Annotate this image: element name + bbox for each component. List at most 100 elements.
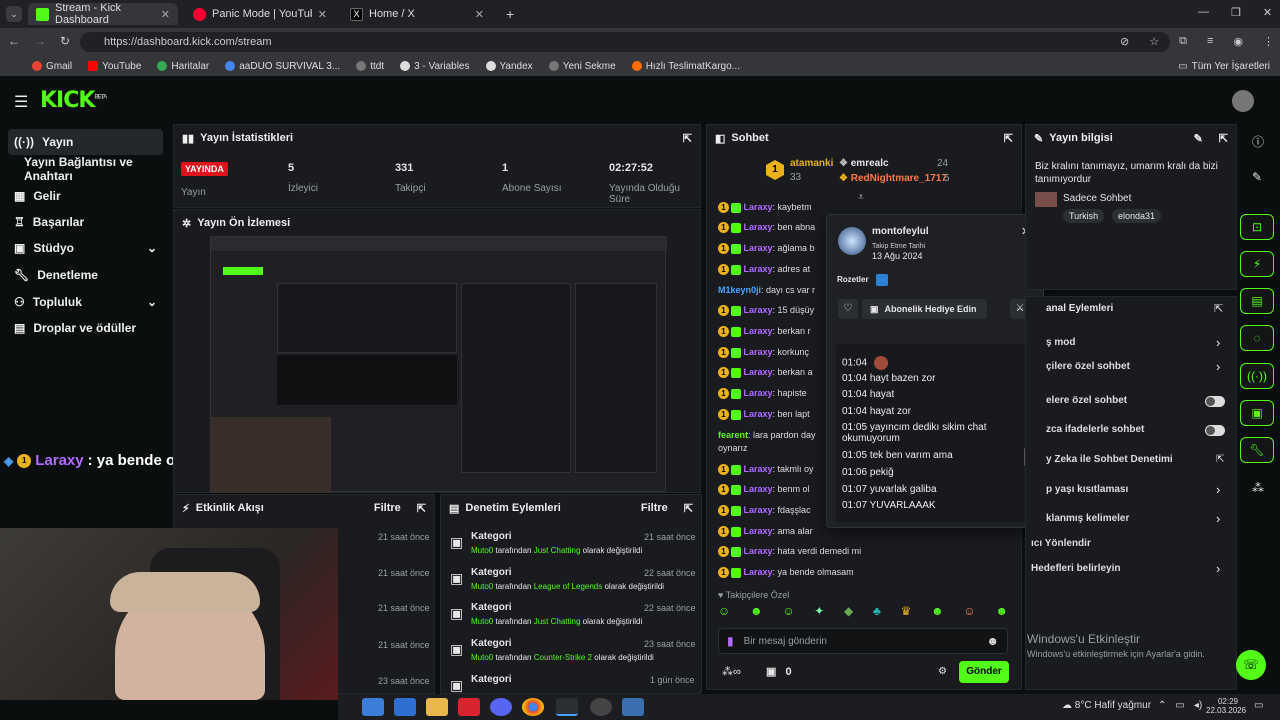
notifications-icon[interactable]: ▭ (1254, 700, 1263, 711)
kick-logo[interactable]: KICKBETA (40, 88, 107, 113)
emote-icon[interactable]: ☻ (931, 604, 944, 622)
forward-icon[interactable]: → (34, 34, 46, 48)
emote-icon[interactable]: ☻ (750, 604, 763, 622)
bookmark-ttdt[interactable]: ttdt (356, 61, 384, 72)
bookmark-maps[interactable]: Haritalar (157, 61, 209, 72)
minimize-icon[interactable]: — (1198, 6, 1209, 19)
channel-action-item[interactable]: y Zeka ile Sohbet Denetimi (1046, 454, 1231, 465)
bookmark-yandex[interactable]: Yandex (485, 61, 533, 72)
popout-icon[interactable]: ⇱ (1219, 132, 1228, 145)
filter-button[interactable]: Filtre (374, 502, 401, 514)
url-input[interactable]: https://dashboard.kick.com/stream (80, 32, 1170, 52)
chat-message[interactable]: 1 Laraxy: ya bende olmasam (718, 567, 1018, 581)
chat-username[interactable]: fearent (718, 430, 748, 440)
tab-youtube-music[interactable]: Panic Mode | YouTube Musi ✕ (185, 3, 335, 25)
mute-site-icon[interactable]: ⊘ (1120, 35, 1129, 48)
emote-icon[interactable]: ♣ (873, 604, 881, 622)
chat-message[interactable]: 1 Laraxy: ama alar (718, 526, 1018, 540)
emote-icon[interactable]: ◆ (844, 604, 853, 622)
sidebar-item-basarilar[interactable]: ♖ Başarılar (8, 209, 163, 235)
restore-icon[interactable]: ❐ (1231, 6, 1241, 19)
send-button[interactable]: Gönder (959, 661, 1009, 683)
chat-username[interactable]: Laraxy (744, 264, 773, 274)
chevron-right-icon[interactable]: › (1216, 511, 1220, 526)
emote-icon[interactable]: ☺ (718, 604, 730, 622)
popout-icon[interactable]: ⇱ (1004, 132, 1013, 145)
bookmark-variables[interactable]: 3 - Variables (400, 61, 470, 72)
channel-action-item[interactable]: klanmış kelimeler (1046, 513, 1231, 524)
taskbar-wps-icon[interactable] (458, 698, 480, 716)
chat-username[interactable]: Laraxy (744, 367, 773, 377)
chat-message[interactable]: 1 Laraxy: hata verdi demedi mi (718, 546, 1018, 560)
sidebar-item-droplar[interactable]: ▤ Droplar ve ödüller (8, 315, 163, 341)
bookmark-cargo[interactable]: Hızlı TeslimatKargo... (631, 61, 740, 72)
bookmark-youtube[interactable]: YouTube (88, 61, 141, 72)
bookmark-new-tab[interactable]: Yeni Sekme (548, 61, 616, 72)
bookmark-gmail[interactable]: Gmail (32, 61, 72, 72)
sidebar-item-gelir[interactable]: ▦ Gelir (8, 183, 163, 209)
chevron-right-icon[interactable]: › (1216, 359, 1220, 374)
leader-row[interactable]: ❖ RedNightmare_1717 (839, 173, 947, 184)
tab-list-button[interactable]: ⌄ (6, 6, 22, 22)
chat-input[interactable]: ▮ Bir mesaj gönderin ☻ (718, 628, 1008, 654)
tab-x-home[interactable]: X Home / X ✕ (342, 3, 492, 25)
profile-icon[interactable]: ◉ (1233, 35, 1243, 48)
toggle-switch[interactable] (1205, 425, 1225, 436)
chevron-right-icon[interactable]: › (1216, 561, 1220, 576)
channel-action-item[interactable]: ş mod (1046, 337, 1231, 348)
channel-action-item[interactable]: zca ifadelerle sohbet (1046, 424, 1231, 435)
settings-icon[interactable]: ⚙ (938, 666, 947, 677)
chat-username[interactable]: Laraxy (744, 202, 773, 212)
chat-username[interactable]: M1keyn0ji (718, 285, 761, 295)
sidebar-item-studyo[interactable]: ▣ Stüdyo ⌄ (8, 235, 163, 261)
chat-username[interactable]: Laraxy (744, 409, 773, 419)
popout-icon[interactable]: ⇱ (683, 132, 692, 145)
more-icon[interactable]: ⋮ (1263, 35, 1274, 48)
bookmark-duo[interactable]: aaDUO SURVIVAL 3... (225, 61, 340, 72)
info-icon[interactable]: ⓘ (1252, 133, 1264, 150)
emote-icon[interactable]: ☺ (782, 604, 794, 622)
sidebar-item-denetleme[interactable]: 🔧︎ Denetleme (8, 262, 163, 288)
chat-username[interactable]: Laraxy (744, 388, 773, 398)
close-icon[interactable]: ✕ (161, 8, 170, 21)
leader-name[interactable]: atamanki (790, 158, 833, 169)
close-icon[interactable]: ✕ (475, 8, 484, 21)
channel-points[interactable]: ▣ 0 (766, 665, 792, 678)
extensions-icon[interactable]: ⧉ (1179, 35, 1187, 48)
taskbar-app-icon[interactable] (362, 698, 384, 716)
lightning-tool-icon[interactable]: ⚡︎ (1240, 251, 1274, 277)
popout-icon[interactable]: ⇱ (1214, 302, 1223, 315)
chat-username[interactable]: Laraxy (744, 243, 773, 253)
network-icon[interactable]: ▭ (1175, 700, 1184, 711)
chat-username[interactable]: Laraxy (744, 546, 773, 556)
chat-username[interactable]: Laraxy (744, 526, 773, 536)
filter-button[interactable]: Filtre (641, 502, 668, 514)
chat-bubble-tool-icon[interactable]: ◌ (1240, 325, 1274, 351)
stream-preview-video[interactable] (210, 236, 667, 493)
tray-chevron-icon[interactable]: ⌃ (1158, 700, 1166, 711)
clock[interactable]: 02:29 22.03.2026 (1206, 697, 1246, 715)
wrench-tool-icon[interactable]: 🔧︎ (1240, 437, 1274, 463)
broadcast-tool-icon[interactable]: ((·)) (1240, 363, 1274, 389)
chat-username[interactable]: Laraxy (744, 347, 773, 357)
weather-widget[interactable]: ☁ 8°C Hafif yağmur (1062, 700, 1151, 711)
chat-username[interactable]: Laraxy (744, 567, 773, 577)
close-icon[interactable]: ✕ (318, 8, 327, 21)
chat-username[interactable]: Laraxy (744, 505, 773, 515)
menu-lines-icon[interactable]: ≡ (1207, 35, 1213, 48)
sidebar-item-yayin[interactable]: ((·)) Yayın (8, 129, 163, 155)
gift-sub-button[interactable]: ▣ Abonelik Hediye Edin (862, 299, 987, 319)
channel-action-item[interactable]: çilere özel sohbet (1046, 361, 1231, 372)
channel-action-item[interactable]: p yaşı kısıtlaması (1046, 484, 1231, 495)
emote-icon[interactable]: ♛ (901, 604, 912, 622)
popout-icon[interactable]: ⇱ (417, 502, 426, 515)
all-bookmarks[interactable]: ▭ Tüm Yer İşaretleri (1178, 61, 1270, 72)
follow-heart-button[interactable]: ♡ (838, 299, 858, 319)
pencil-icon[interactable]: ✎ (1252, 170, 1262, 184)
popup-username[interactable]: montofeylul (872, 226, 929, 237)
channel-action-item[interactable]: ıcı Yönlendir (1031, 538, 1231, 549)
chat-username[interactable]: Laraxy (744, 222, 773, 232)
emoji-picker-icon[interactable]: ☻ (986, 634, 999, 648)
chat-username[interactable]: Laraxy (744, 305, 773, 315)
avatar[interactable] (1232, 90, 1254, 112)
